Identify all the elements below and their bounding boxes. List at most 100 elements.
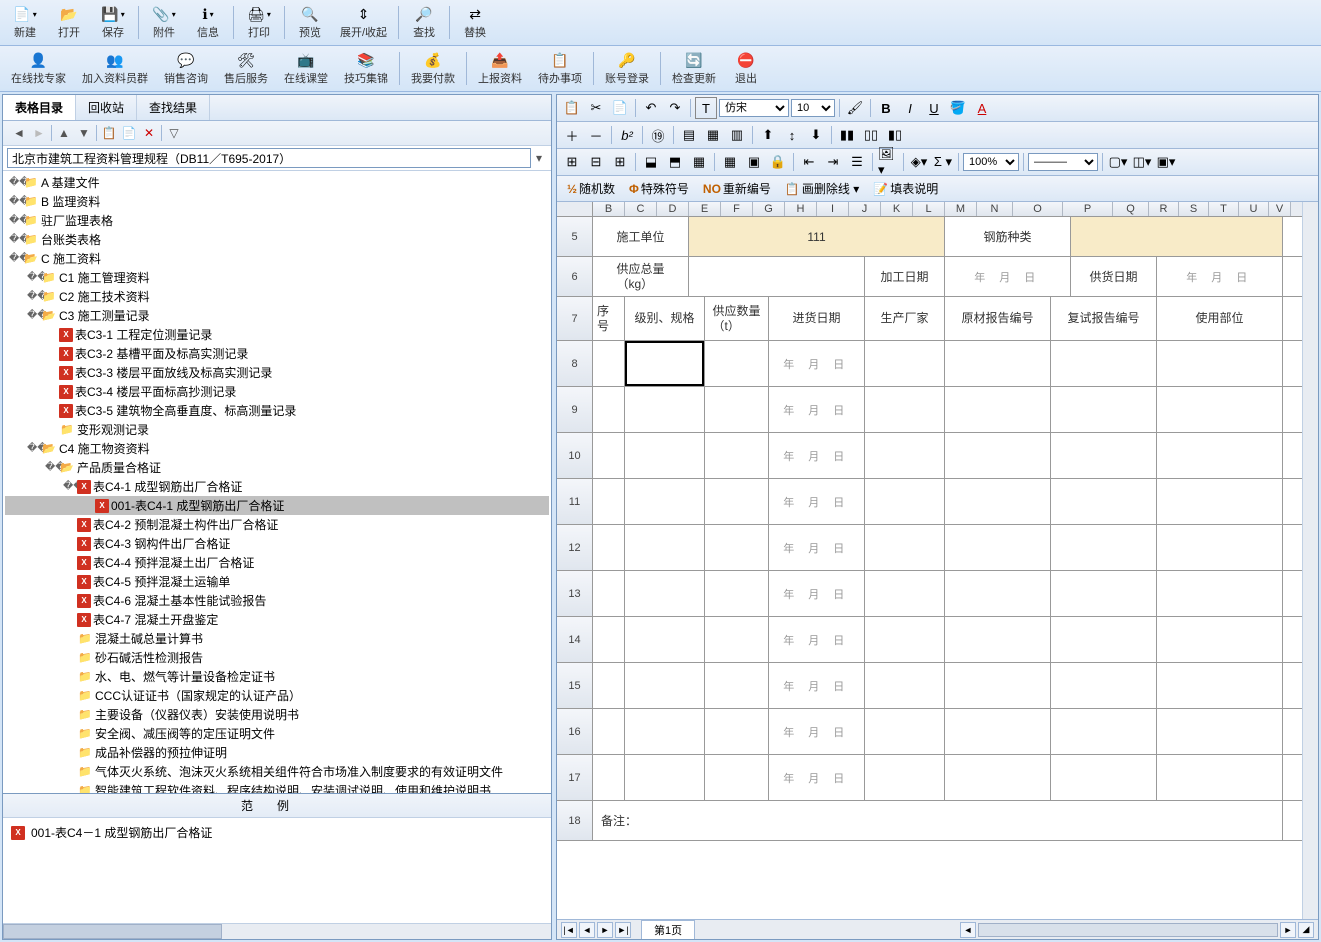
- col-M[interactable]: M: [945, 202, 977, 216]
- tree-toggle-icon[interactable]: ��: [9, 234, 21, 245]
- col-R[interactable]: R: [1149, 202, 1179, 216]
- sheet-hscrollbar[interactable]: [978, 923, 1278, 937]
- cell-r10-c4[interactable]: [865, 433, 945, 478]
- 查找-button[interactable]: 🔎查找: [403, 2, 445, 43]
- cell-r10-c0[interactable]: [593, 433, 625, 478]
- left-hscrollbar[interactable]: [3, 923, 551, 939]
- cell-r11-c4[interactable]: [865, 479, 945, 524]
- cell-r16-c0[interactable]: [593, 709, 625, 754]
- merge-icon[interactable]: ⬓: [640, 151, 662, 173]
- tree-node[interactable]: X001-表C4-1 成型钢筋出厂合格证: [5, 496, 549, 515]
- tree-node[interactable]: ��📁驻厂监理表格: [5, 211, 549, 230]
- 检查更新-button[interactable]: 🔄检查更新: [665, 48, 723, 89]
- row-head-15[interactable]: 15: [557, 663, 593, 708]
- tree-node[interactable]: 📁变形观测记录: [5, 420, 549, 439]
- cell-r9-c0[interactable]: [593, 387, 625, 432]
- cell-r15-c2[interactable]: [705, 663, 769, 708]
- row-head-12[interactable]: 12: [557, 525, 593, 570]
- minus-icon[interactable]: －: [585, 124, 607, 146]
- cell-r17-c4[interactable]: [865, 755, 945, 800]
- row-head-10[interactable]: 10: [557, 433, 593, 478]
- cell-r12-c4[interactable]: [865, 525, 945, 570]
- 我要付款-button[interactable]: 💰我要付款: [404, 48, 462, 89]
- 预览-button[interactable]: 🔍预览: [289, 2, 331, 43]
- tree-node[interactable]: 📁水、电、燃气等计量设备检定证书: [5, 667, 549, 686]
- sheet-hscroll-right-icon[interactable]: ►: [1280, 922, 1296, 938]
- tree-toggle-icon[interactable]: ��: [27, 310, 39, 321]
- cell-r8-c6[interactable]: [1051, 341, 1157, 386]
- redo-icon[interactable]: ↷: [664, 97, 686, 119]
- underline-icon[interactable]: U: [923, 97, 945, 119]
- value-supply[interactable]: [689, 257, 865, 296]
- spreadsheet[interactable]: BCDEFGHIJKLMNOPQRSTUV5施工单位111钢筋种类6供应总量 （…: [557, 202, 1302, 919]
- tree-toggle-icon[interactable]: ��: [9, 215, 21, 226]
- font-tool-icon[interactable]: T: [695, 97, 717, 119]
- tree-node[interactable]: ��📁A 基建文件: [5, 173, 549, 192]
- cell-r11-c3[interactable]: 年 月 日: [769, 479, 865, 524]
- align-right-icon[interactable]: ▥: [726, 124, 748, 146]
- cell-r13-c7[interactable]: [1157, 571, 1283, 616]
- cell-r13-c3[interactable]: 年 月 日: [769, 571, 865, 616]
- cell-r8-c4[interactable]: [865, 341, 945, 386]
- col-Q[interactable]: Q: [1113, 202, 1149, 216]
- cell-r9-c5[interactable]: [945, 387, 1051, 432]
- cell-r8-c5[interactable]: [945, 341, 1051, 386]
- path-input[interactable]: [7, 148, 531, 168]
- value-unit[interactable]: 111: [689, 217, 945, 256]
- cell-r8-c0[interactable]: [593, 341, 625, 386]
- cell-r8-c1[interactable]: [625, 341, 705, 386]
- lock-icon[interactable]: 🔒: [767, 151, 789, 173]
- col-D[interactable]: D: [657, 202, 689, 216]
- 在线课堂-button[interactable]: 📺在线课堂: [277, 48, 335, 89]
- 销售咨询-button[interactable]: 💬销售咨询: [157, 48, 215, 89]
- nav-up-icon[interactable]: ▲: [56, 125, 72, 141]
- 保存-button[interactable]: 💾▾保存: [92, 2, 134, 43]
- cell-r9-c7[interactable]: [1157, 387, 1283, 432]
- cell-r15-c7[interactable]: [1157, 663, 1283, 708]
- cell-r9-c4[interactable]: [865, 387, 945, 432]
- cell-r9-c6[interactable]: [1051, 387, 1157, 432]
- tree-toggle-icon[interactable]: ��: [45, 462, 57, 473]
- col-G[interactable]: G: [753, 202, 785, 216]
- tree-node[interactable]: 📁CCC认证证书（国家规定的认证产品）: [5, 686, 549, 705]
- tree-node[interactable]: ��📂C 施工资料: [5, 249, 549, 268]
- insert-col-icon[interactable]: ⊞: [609, 151, 631, 173]
- 技巧集锦-button[interactable]: 📚技巧集锦: [337, 48, 395, 89]
- border3-icon[interactable]: ▣▾: [1155, 151, 1177, 173]
- tree-node[interactable]: X表C4-6 混凝土基本性能试验报告: [5, 591, 549, 610]
- tree-toggle-icon[interactable]: ��: [27, 443, 39, 454]
- sheet-tab[interactable]: 第1页: [641, 920, 695, 939]
- cell-r15-c3[interactable]: 年 月 日: [769, 663, 865, 708]
- cell-r17-c6[interactable]: [1051, 755, 1157, 800]
- vscrollbar[interactable]: [1302, 202, 1318, 919]
- tree-node[interactable]: ��📁台账类表格: [5, 230, 549, 249]
- sheet-corner-icon[interactable]: ◢: [1298, 922, 1314, 938]
- row-head-13[interactable]: 13: [557, 571, 593, 616]
- bold-icon[interactable]: B: [875, 97, 897, 119]
- cell-r14-c5[interactable]: [945, 617, 1051, 662]
- shape-icon[interactable]: ◈▾: [908, 151, 930, 173]
- tree-node[interactable]: 📁混凝土碱总量计算书: [5, 629, 549, 648]
- cell-r15-c1[interactable]: [625, 663, 705, 708]
- cell-r16-c6[interactable]: [1051, 709, 1157, 754]
- cell-r10-c5[interactable]: [945, 433, 1051, 478]
- col-U[interactable]: U: [1239, 202, 1269, 216]
- cell-r12-c3[interactable]: 年 月 日: [769, 525, 865, 570]
- 售后服务-button[interactable]: 🛠售后服务: [217, 48, 275, 89]
- align-left-icon[interactable]: ▤: [678, 124, 700, 146]
- border2-icon[interactable]: ◫▾: [1131, 151, 1153, 173]
- fill-color-icon[interactable]: 🪣: [947, 97, 969, 119]
- cell-r14-c2[interactable]: [705, 617, 769, 662]
- 打印-button[interactable]: 🖨▾打印: [238, 2, 280, 43]
- 退出-button[interactable]: ⛔退出: [725, 48, 767, 89]
- cell-r13-c4[interactable]: [865, 571, 945, 616]
- tree-node[interactable]: ��📂C4 施工物资资料: [5, 439, 549, 458]
- tree-toggle-icon[interactable]: ��: [63, 481, 75, 492]
- bars1-icon[interactable]: ▮▮: [836, 124, 858, 146]
- row-head-11[interactable]: 11: [557, 479, 593, 524]
- cell-r16-c2[interactable]: [705, 709, 769, 754]
- brush-icon[interactable]: 🖌: [844, 97, 866, 119]
- tree-node[interactable]: X表C4-5 预拌混凝土运输单: [5, 572, 549, 591]
- 替换-button[interactable]: ⇄替换: [454, 2, 496, 43]
- nav-delete-icon[interactable]: ✕: [141, 125, 157, 141]
